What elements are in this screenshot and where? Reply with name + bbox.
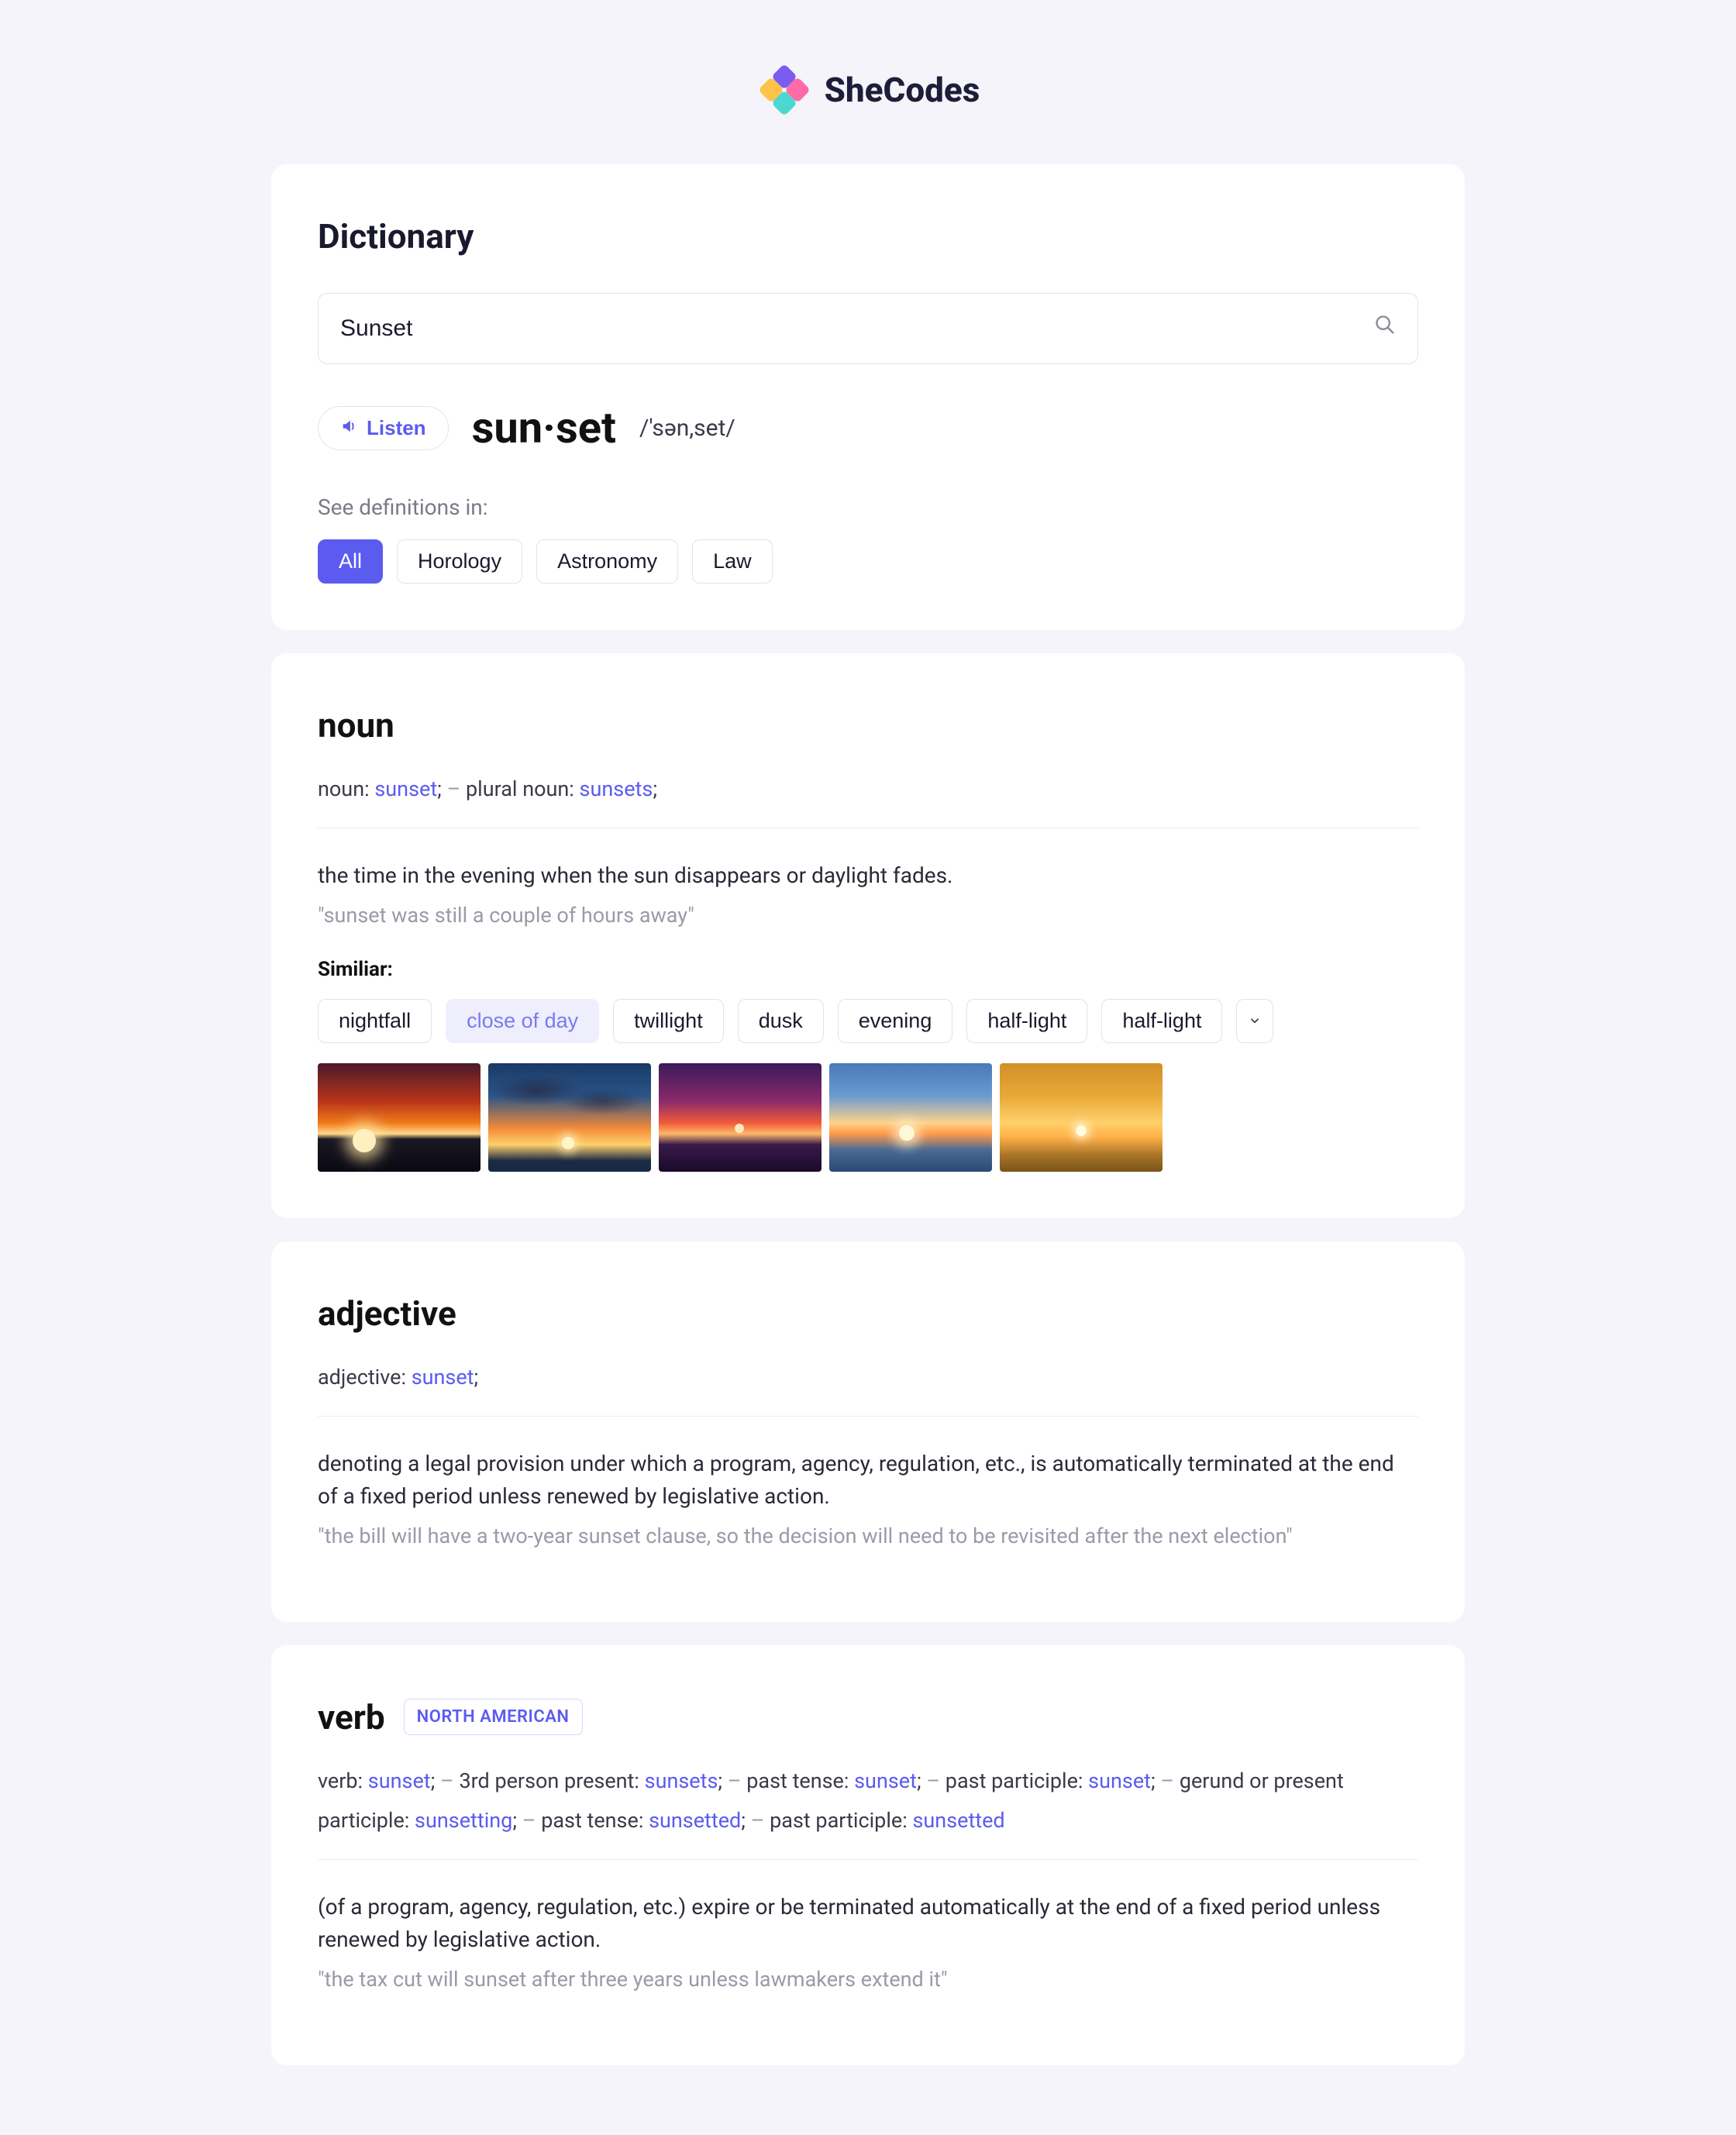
image-thumb[interactable] xyxy=(829,1063,992,1172)
similar-chip[interactable]: twillight xyxy=(613,999,724,1043)
definition-text: denoting a legal provision under which a… xyxy=(318,1448,1418,1513)
category-chip-row: All Horology Astronomy Law xyxy=(318,539,1418,584)
entry-card-noun: noun noun: sunset; – plural noun: sunsets… xyxy=(271,653,1465,1218)
similar-chip[interactable]: dusk xyxy=(738,999,824,1043)
speaker-icon xyxy=(340,416,357,440)
phonetic: /'sən,set/ xyxy=(639,411,735,446)
brand-name: SheCodes xyxy=(825,64,980,115)
similar-chip[interactable]: close of day xyxy=(446,999,599,1043)
search-box[interactable] xyxy=(318,293,1418,364)
category-chip-horology[interactable]: Horology xyxy=(397,539,522,584)
search-icon[interactable] xyxy=(1374,312,1396,345)
image-thumb[interactable] xyxy=(318,1063,480,1172)
logo-mark-icon xyxy=(756,62,812,118)
similar-chip[interactable]: half-light xyxy=(966,999,1087,1043)
category-chip-all[interactable]: All xyxy=(318,539,383,584)
entry-card-adjective: adjective adjective: sunset; denoting a le… xyxy=(271,1241,1465,1622)
pos-heading: verbNORTH AMERICAN xyxy=(318,1692,1418,1743)
image-thumb[interactable] xyxy=(488,1063,651,1172)
listen-button[interactable]: Listen xyxy=(318,406,449,450)
forms-line: adjective: sunset; xyxy=(318,1358,1418,1417)
see-definitions-label: See definitions in: xyxy=(318,491,1418,524)
example-text: "sunset was still a couple of hours away… xyxy=(318,900,1418,931)
similar-chip-row: nightfall close of day twillight dusk evenin… xyxy=(318,999,1418,1043)
category-chip-astronomy[interactable]: Astronomy xyxy=(536,539,678,584)
image-thumb[interactable] xyxy=(1000,1063,1162,1172)
definition-text: the time in the evening when the sun dis… xyxy=(318,859,1418,892)
listen-label: Listen xyxy=(367,416,426,440)
example-text: "the tax cut will sunset after three yea… xyxy=(318,1964,1418,1996)
similar-label: Similiar: xyxy=(318,955,1418,985)
brand-logo: SheCodes xyxy=(271,62,1465,118)
search-card: Dictionary Listen sun·set /'sən,set/ See… xyxy=(271,164,1465,630)
example-text: "the bill will have a two-year sunset cl… xyxy=(318,1520,1418,1552)
forms-line: verb: sunset; – 3rd person present: suns… xyxy=(318,1761,1418,1861)
similar-chip[interactable]: nightfall xyxy=(318,999,432,1043)
similar-chip[interactable]: evening xyxy=(838,999,953,1043)
search-input[interactable] xyxy=(340,315,1374,342)
image-thumb-row xyxy=(318,1063,1418,1172)
page-title: Dictionary xyxy=(318,211,1418,262)
category-chip-law[interactable]: Law xyxy=(692,539,773,584)
forms-line: noun: sunset; – plural noun: sunsets; xyxy=(318,770,1418,828)
region-badge: NORTH AMERICAN xyxy=(404,1699,583,1735)
chevron-down-icon[interactable] xyxy=(1236,999,1273,1043)
image-thumb[interactable] xyxy=(659,1063,822,1172)
pos-heading: adjective xyxy=(318,1288,1418,1339)
pos-heading: noun xyxy=(318,700,1418,751)
similar-chip[interactable]: half-light xyxy=(1101,999,1222,1043)
word-display: sun·set xyxy=(472,395,616,460)
entry-card-verb: verbNORTH AMERICAN verb: sunset; – 3rd pe… xyxy=(271,1645,1465,2065)
definition-text: (of a program, agency, regulation, etc.)… xyxy=(318,1891,1418,1956)
